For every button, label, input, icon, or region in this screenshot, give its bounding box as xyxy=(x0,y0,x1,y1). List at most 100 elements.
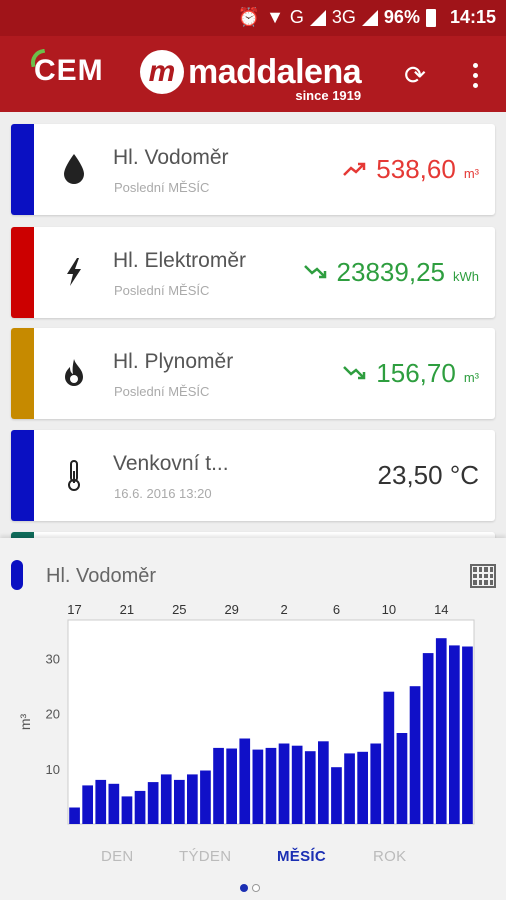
meter-subtitle: Poslední MĚSÍC xyxy=(114,180,210,195)
more-dot-icon xyxy=(472,82,478,88)
chart-bar[interactable] xyxy=(147,782,159,824)
refresh-button[interactable]: ⟳ xyxy=(398,58,432,92)
chart-bar[interactable] xyxy=(121,796,133,824)
wifi-icon: ▼ xyxy=(266,7,284,27)
tab-den[interactable]: DEN xyxy=(101,848,134,865)
meter-color-stripe xyxy=(11,328,34,419)
meter-card[interactable]: Hl. Plynoměr Poslední MĚSÍC 156,70 m³ xyxy=(11,328,495,419)
meter-card[interactable]: Venkovní t... 16.6. 2016 13:20 23,50 °C xyxy=(11,430,495,521)
meter-subtitle: Poslední MĚSÍC xyxy=(114,384,210,399)
meter-value-number: 538,60 xyxy=(376,154,456,184)
status-bar: ⏰ ▼ G 3G 96% 14:15 xyxy=(0,0,506,36)
period-tabs: DEN TÝDEN MĚSÍC ROK xyxy=(0,848,506,872)
chart-bar[interactable] xyxy=(265,747,277,824)
series-color-marker xyxy=(11,560,23,590)
meter-value: 538,60 m³ xyxy=(342,154,479,185)
chart-bar[interactable] xyxy=(252,749,264,824)
battery-percent: 96% xyxy=(383,7,420,27)
x-tick-label: 10 xyxy=(382,602,396,617)
chart-bar[interactable] xyxy=(462,646,473,825)
chart-bar[interactable] xyxy=(409,686,421,824)
y-tick-label: 30 xyxy=(46,652,60,667)
chart-bar[interactable] xyxy=(187,774,198,824)
page-dot[interactable] xyxy=(252,884,260,892)
chart-bar[interactable] xyxy=(134,790,146,824)
chart-bar[interactable] xyxy=(239,738,251,825)
meter-value-unit: kWh xyxy=(453,269,479,284)
app-bar: CEM m maddalena since 1919 ⟳ xyxy=(0,36,506,112)
x-tick-label: 29 xyxy=(224,602,238,617)
meter-value-number: 156,70 xyxy=(376,358,456,388)
brand-name: maddalena xyxy=(188,53,362,91)
meter-color-stripe xyxy=(11,430,34,521)
chart-bar[interactable] xyxy=(174,779,185,824)
chart-bar[interactable] xyxy=(95,779,107,824)
meter-title: Hl. Elektroměr xyxy=(113,249,247,272)
y-axis-label: m³ xyxy=(17,714,33,731)
x-tick-label: 17 xyxy=(67,602,81,617)
meter-value: 23,50 °C xyxy=(378,460,479,491)
y-tick-label: 20 xyxy=(46,707,60,722)
flame-icon xyxy=(61,356,87,390)
chart-bar[interactable] xyxy=(435,638,447,824)
chart-bar[interactable] xyxy=(213,747,224,824)
meter-value: 23839,25 kWh xyxy=(303,257,479,288)
meter-title: Venkovní t... xyxy=(113,452,229,475)
trend-down-icon xyxy=(342,364,368,388)
meter-card[interactable]: Hl. Elektroměr Poslední MĚSÍC 23839,25 kWh xyxy=(11,227,495,318)
chart-bar[interactable] xyxy=(422,653,434,824)
chart-bar[interactable] xyxy=(108,783,120,824)
meter-value-number: 23839,25 xyxy=(336,257,445,287)
chart-bar[interactable] xyxy=(318,741,329,824)
chart-bar[interactable] xyxy=(449,645,460,824)
meter-value-unit: m³ xyxy=(463,370,479,385)
battery-icon xyxy=(425,8,436,27)
tab-tyden[interactable]: TÝDEN xyxy=(179,848,231,865)
overflow-menu-button[interactable] xyxy=(462,58,488,92)
signal-icon xyxy=(309,9,326,26)
chart-bar[interactable] xyxy=(344,753,355,824)
chart-bar[interactable] xyxy=(357,751,368,824)
chart-bar[interactable] xyxy=(200,770,211,825)
cem-logo: CEM xyxy=(28,48,104,88)
page-indicator xyxy=(240,884,260,892)
thermometer-icon xyxy=(61,458,87,492)
brand-since: since 1919 xyxy=(295,88,362,103)
meter-subtitle: 16.6. 2016 13:20 xyxy=(114,486,212,501)
chart-panel: Hl. Vodoměr 10 20 30 17 21 25 29 2 6 10 14 m³ DEN T… xyxy=(0,538,506,900)
chart-bar[interactable] xyxy=(304,751,316,824)
chart-bar[interactable] xyxy=(69,807,80,825)
meter-card[interactable]: Hl. Vodoměr Poslední MĚSÍC 538,60 m³ xyxy=(11,124,495,215)
meter-title: Hl. Vodoměr xyxy=(113,146,229,169)
leaf-icon xyxy=(28,48,48,68)
maddalena-mark-icon: m xyxy=(140,50,184,94)
chart-bar[interactable] xyxy=(278,743,290,825)
chart-bar[interactable] xyxy=(291,745,303,824)
more-dot-icon xyxy=(472,72,478,78)
chart-bar[interactable] xyxy=(383,691,395,824)
chart-bar[interactable] xyxy=(82,785,93,824)
page-dot-active[interactable] xyxy=(240,884,248,892)
tab-mesic[interactable]: MĚSÍC xyxy=(277,848,326,865)
x-tick-label: 21 xyxy=(120,602,134,617)
lightning-icon xyxy=(61,255,87,289)
meter-value-number: 23,50 °C xyxy=(377,460,479,490)
more-dot-icon xyxy=(472,62,478,68)
alarm-icon: ⏰ xyxy=(237,7,261,27)
tab-rok[interactable]: ROK xyxy=(373,848,406,865)
signal-icon-2 xyxy=(361,9,378,26)
table-view-button[interactable] xyxy=(470,564,496,588)
chart-bar[interactable] xyxy=(160,774,172,824)
maddalena-logo: m maddalena since 1919 xyxy=(140,50,362,103)
network-type-label-2: 3G xyxy=(331,7,356,27)
chart-bar[interactable] xyxy=(370,743,382,825)
x-tick-label: 25 xyxy=(172,602,186,617)
x-tick-label: 2 xyxy=(280,602,287,617)
network-type-label: G xyxy=(289,7,304,27)
meter-subtitle: Poslední MĚSÍC xyxy=(114,283,210,298)
chart-bar[interactable] xyxy=(331,767,342,824)
y-tick-label: 10 xyxy=(46,762,60,777)
chart-panel-title: Hl. Vodoměr xyxy=(46,565,157,587)
chart-bar[interactable] xyxy=(396,733,408,824)
chart-bar[interactable] xyxy=(226,748,237,825)
